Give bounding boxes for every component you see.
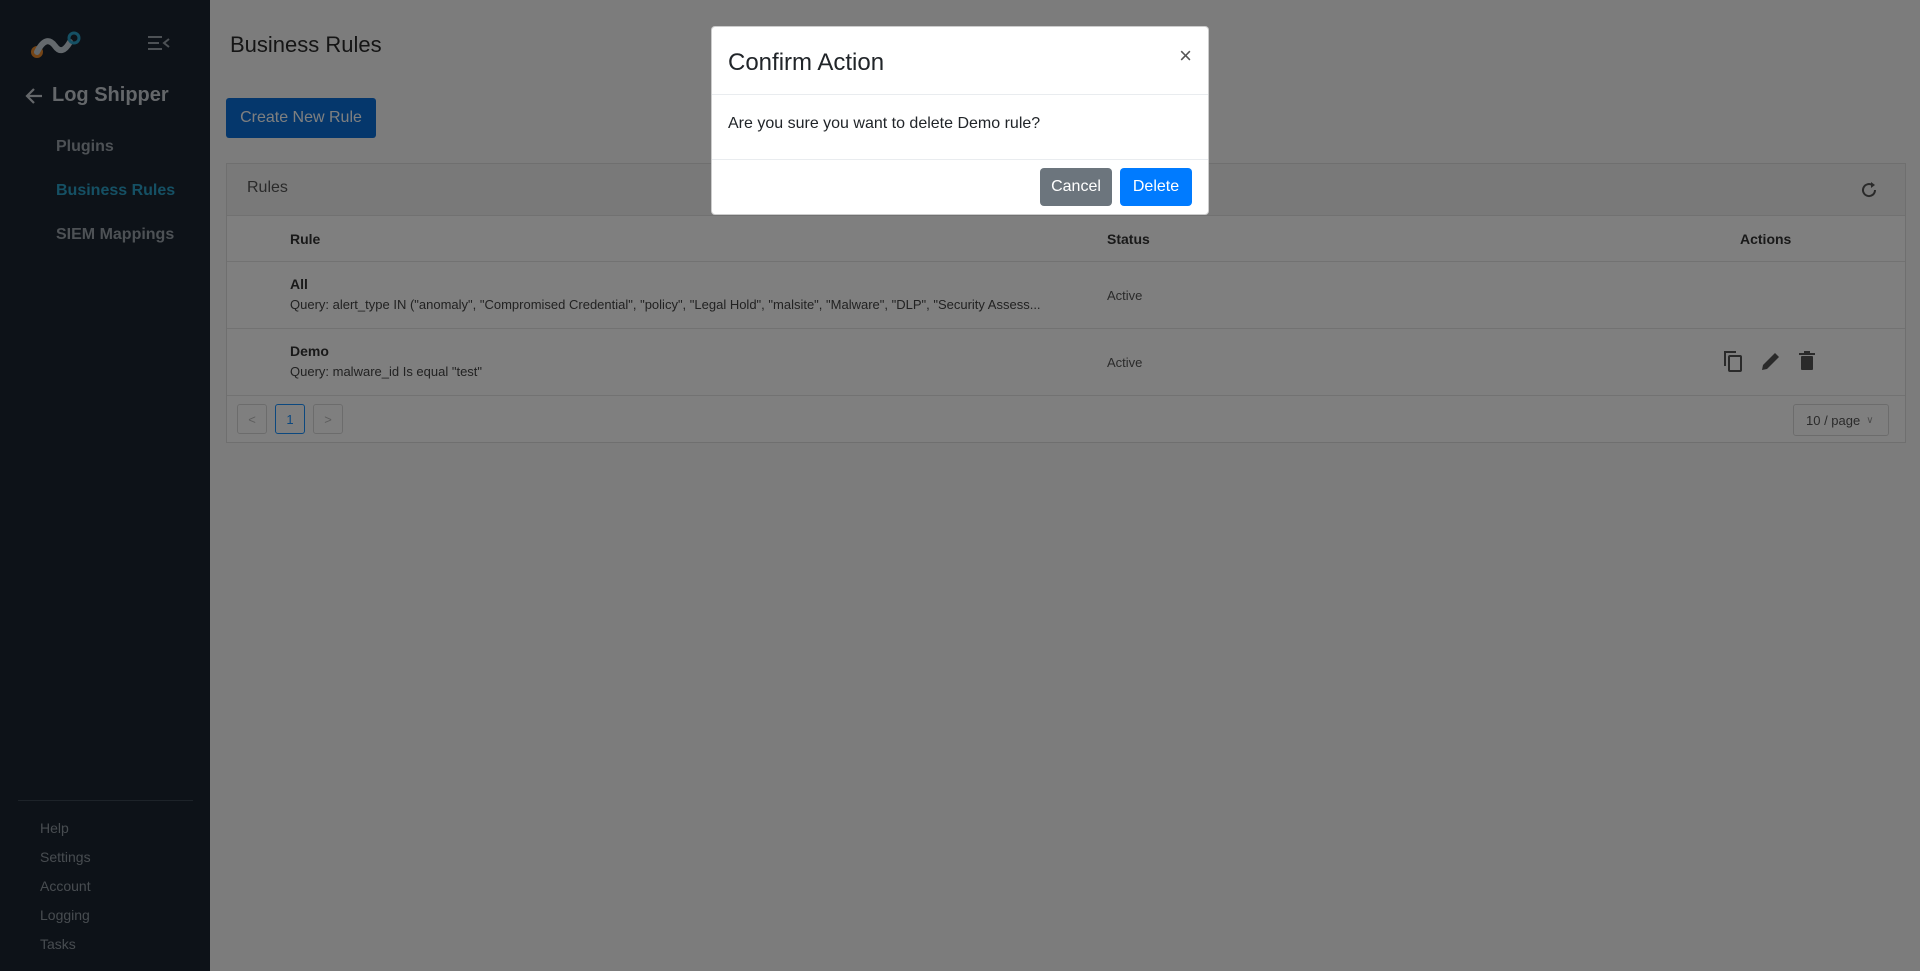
cancel-button[interactable]: Cancel <box>1040 168 1112 206</box>
modal-header: Confirm Action × <box>712 27 1208 95</box>
delete-button[interactable]: Delete <box>1120 168 1192 206</box>
close-icon[interactable]: × <box>1179 45 1192 67</box>
confirm-dialog: Confirm Action × Are you sure you want t… <box>711 26 1209 215</box>
modal-message: Are you sure you want to delete Demo rul… <box>728 115 1041 132</box>
modal-body: Are you sure you want to delete Demo rul… <box>712 95 1208 160</box>
modal-footer: Cancel Delete <box>712 160 1208 214</box>
modal-title: Confirm Action <box>728 49 885 76</box>
